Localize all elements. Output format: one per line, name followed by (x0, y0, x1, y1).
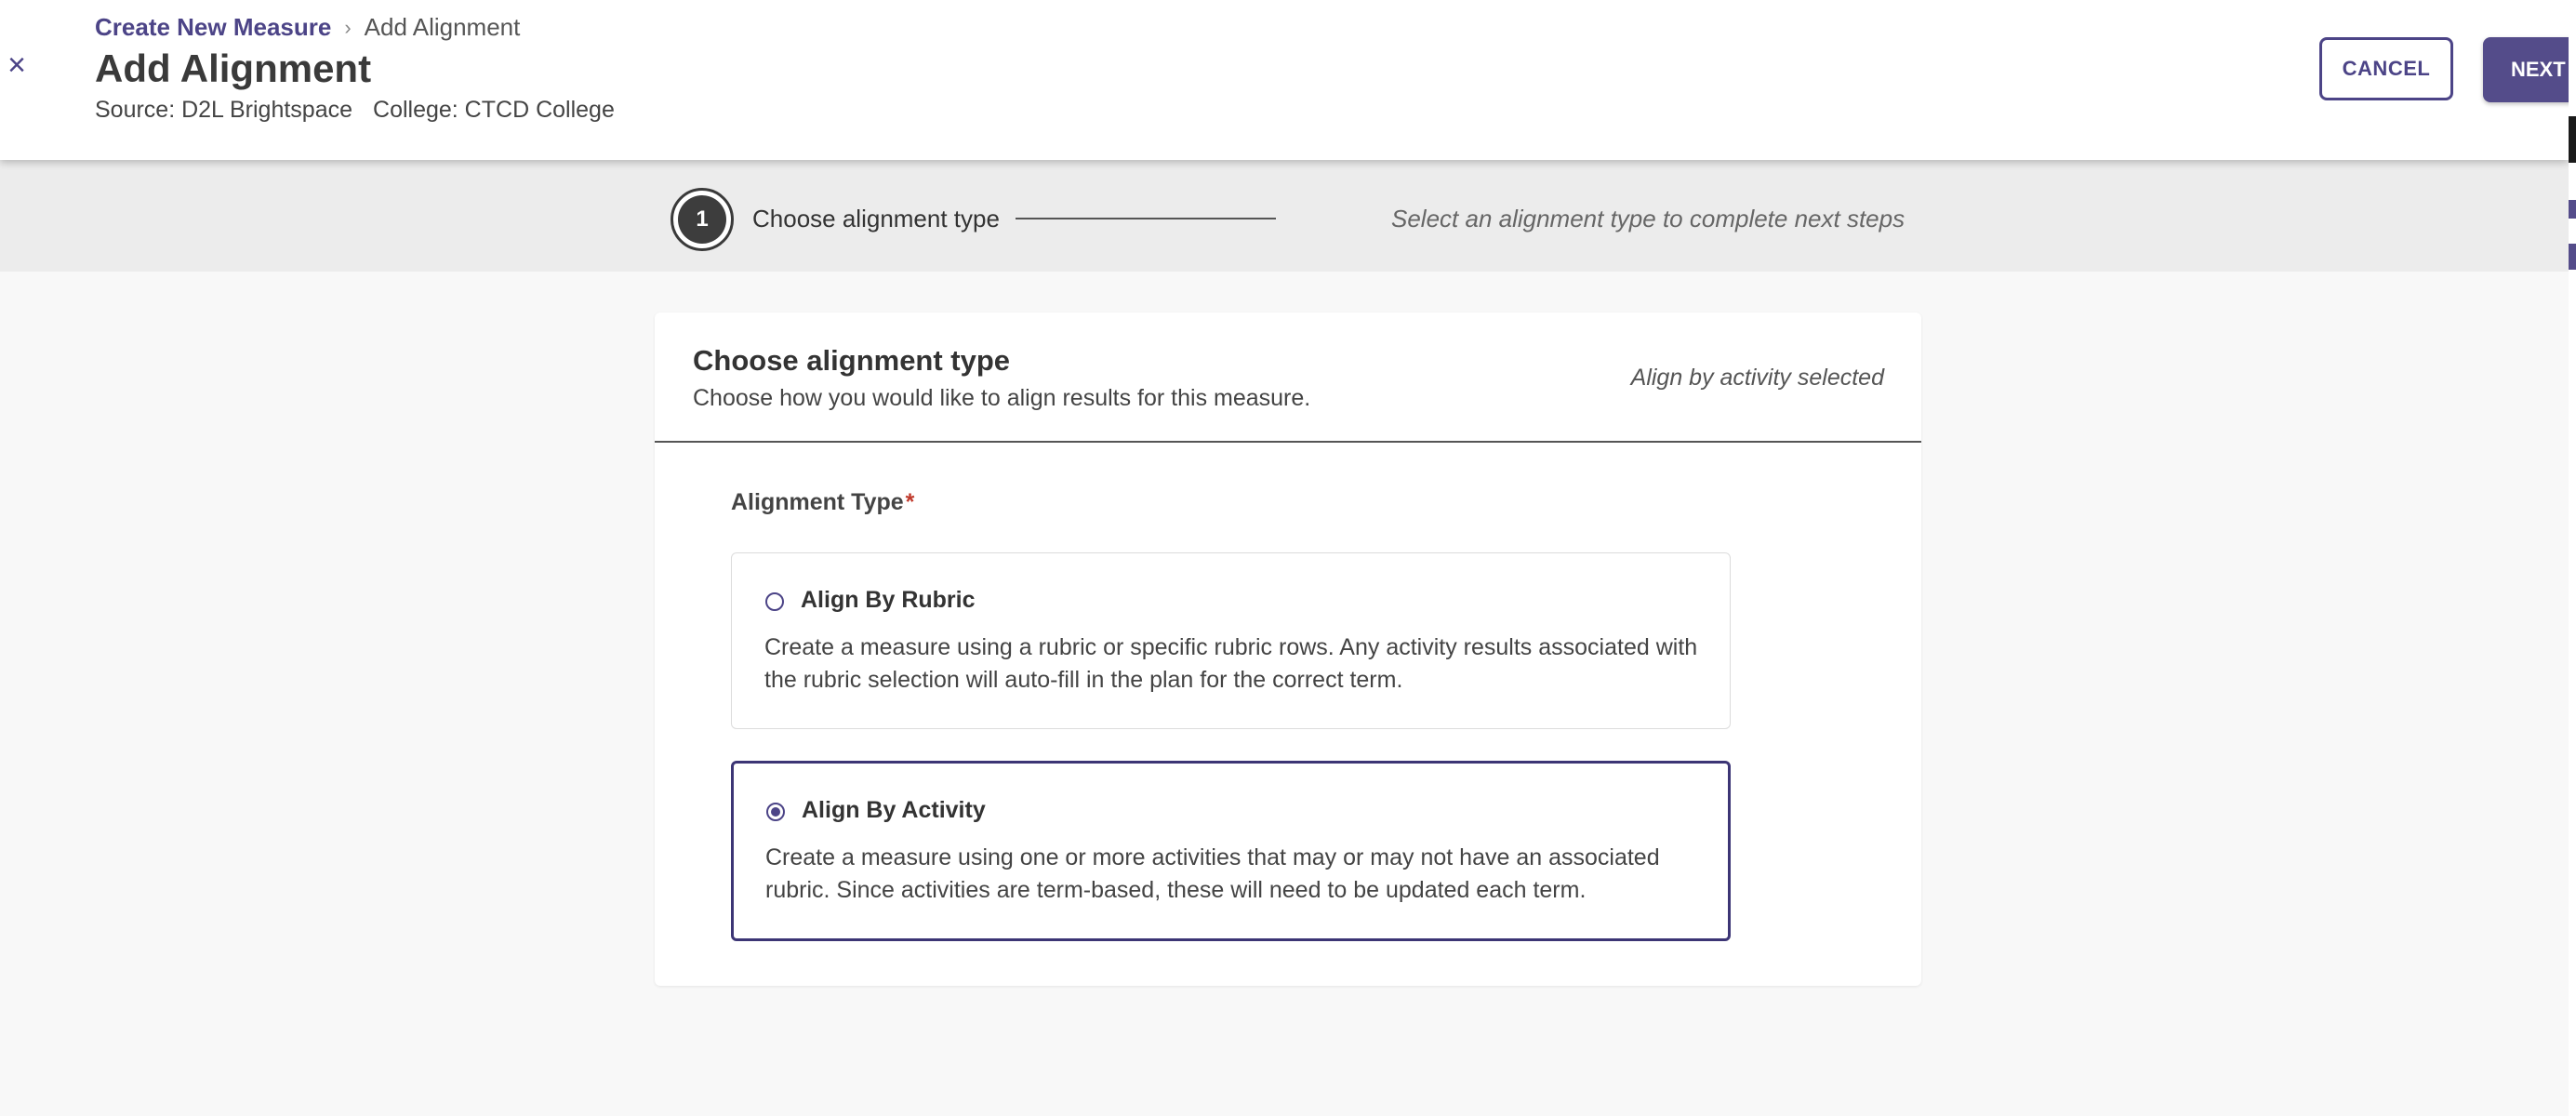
field-label-text: Alignment Type (731, 489, 904, 515)
right-edge-strip (2569, 0, 2576, 1116)
page-meta: Source: D2L Brightspace College: CTCD Col… (95, 97, 615, 124)
alignment-type-card: Choose alignment type Choose how you wou… (655, 312, 1921, 986)
next-button[interactable]: NEXT (2483, 37, 2576, 102)
breadcrumb: Create New Measure › Add Alignment (95, 13, 520, 42)
breadcrumb-current: Add Alignment (364, 13, 521, 41)
option-title: Align By Rubric (801, 587, 976, 613)
edge-dark-marker (2569, 116, 2576, 163)
option-description: Create a measure using a rubric or speci… (764, 634, 1698, 693)
step-connector-line (1016, 218, 1276, 219)
step-number: 1 (678, 195, 726, 244)
option-title: Align By Activity (802, 797, 986, 823)
radio-align-by-rubric[interactable] (765, 592, 784, 611)
chevron-right-icon: › (344, 15, 352, 39)
page-header: × Create New Measure › Add Alignment Add… (0, 0, 2576, 160)
college-label: College: CTCD College (373, 97, 615, 123)
card-title: Choose alignment type (693, 344, 1011, 377)
card-header: Choose alignment type Choose how you wou… (655, 312, 1921, 443)
option-align-by-activity[interactable]: Align By Activity Create a measure using… (731, 761, 1731, 941)
radio-align-by-activity[interactable] (766, 803, 785, 821)
step-indicator: 1 (671, 188, 734, 251)
source-label: Source: D2L Brightspace (95, 97, 353, 123)
selection-status: Align by activity selected (1630, 365, 1884, 391)
option-description: Create a measure using one or more activ… (765, 844, 1660, 903)
close-icon[interactable]: × (4, 49, 30, 81)
card-subtitle: Choose how you would like to align resul… (693, 385, 1311, 411)
option-align-by-rubric[interactable]: Align By Rubric Create a measure using a… (731, 552, 1731, 729)
edge-purple-marker-2 (2569, 244, 2576, 270)
step-label: Choose alignment type (752, 205, 1000, 232)
radio-selected-dot (771, 807, 780, 817)
page-title: Add Alignment (95, 46, 372, 90)
step-hint: Select an alignment type to complete nex… (1391, 205, 1905, 232)
alignment-type-label: Alignment Type* (731, 489, 914, 516)
stepper-bar (0, 160, 2569, 272)
breadcrumb-create-new-measure[interactable]: Create New Measure (95, 13, 331, 42)
required-marker: * (905, 489, 915, 515)
cancel-button[interactable]: CANCEL (2319, 37, 2453, 100)
edge-purple-marker (2569, 200, 2576, 219)
